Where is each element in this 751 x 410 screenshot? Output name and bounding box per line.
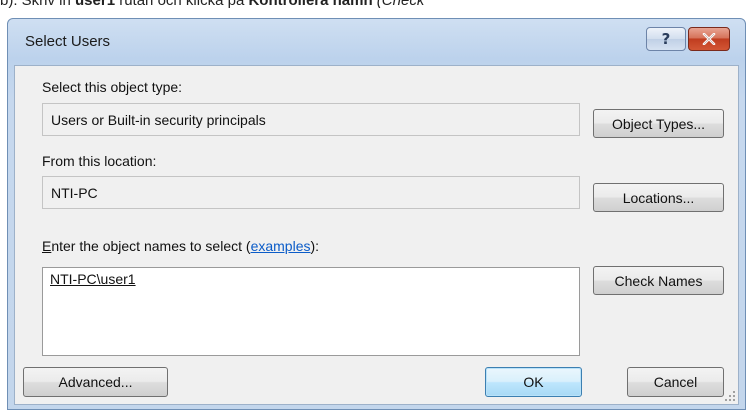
object-type-value: Users or Built-in security principals [51, 112, 266, 128]
doc-bold-check: Kontrollera namn [248, 0, 373, 9]
select-users-dialog: Select Users ? Select this object type: … [7, 18, 746, 410]
question-mark-icon: ? [661, 30, 671, 48]
object-names-value: NTI-PC\user1 [50, 271, 136, 287]
dialog-client-area: Select this object type: Users or Built-… [14, 65, 739, 405]
location-label: From this location: [42, 153, 157, 169]
doc-tail-text: (Check [372, 0, 425, 9]
help-button[interactable]: ? [646, 27, 686, 51]
object-types-button[interactable]: Object Types... [593, 109, 724, 138]
document-text-strip: b). Skriv in user1 rutan och klicka på K… [0, 0, 751, 18]
object-type-label: Select this object type: [42, 79, 183, 95]
names-label-end: ): [310, 238, 320, 254]
cancel-button[interactable]: Cancel [627, 367, 724, 397]
ok-button[interactable]: OK [485, 367, 582, 397]
advanced-button[interactable]: Advanced... [23, 367, 168, 397]
locations-button[interactable]: Locations... [593, 183, 724, 212]
object-names-input[interactable]: NTI-PC\user1 [42, 267, 580, 356]
names-label-mnemonic: E [42, 238, 52, 254]
object-names-label: Enter the object names to select (exampl… [42, 238, 319, 254]
resize-grip-icon[interactable] [724, 390, 736, 402]
close-x-icon [702, 33, 716, 45]
title-bar[interactable]: Select Users ? [8, 19, 745, 65]
check-names-button[interactable]: Check Names [593, 266, 724, 295]
examples-link[interactable]: examples [251, 238, 311, 254]
doc-bold-user: user1 [75, 0, 116, 9]
dialog-title: Select Users [25, 33, 111, 50]
object-type-field: Users or Built-in security principals [42, 103, 580, 136]
close-button[interactable] [688, 27, 730, 51]
location-value: NTI-PC [51, 185, 98, 201]
location-field: NTI-PC [42, 176, 580, 209]
document-instruction: b). Skriv in user1 rutan och klicka på K… [0, 0, 424, 9]
doc-mid-text: rutan och klicka på [115, 0, 249, 9]
doc-step-text: b). Skriv in [0, 0, 76, 9]
names-label-text: nter the object names to select ( [51, 238, 251, 254]
